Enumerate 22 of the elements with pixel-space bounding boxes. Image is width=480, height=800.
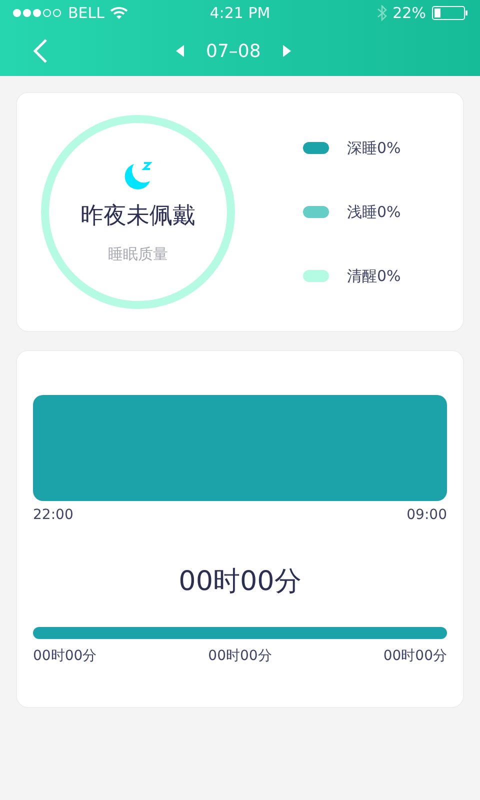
legend-label: 浅睡0% <box>347 202 401 222</box>
wifi-icon <box>110 6 128 20</box>
battery-icon <box>432 6 468 20</box>
status-time: 4:21 PM <box>210 4 270 22</box>
carrier-name: BELL <box>68 4 104 22</box>
bluetooth-icon <box>376 5 387 21</box>
sleep-status: 昨夜未佩戴 <box>80 202 196 231</box>
end-time: 09:00 <box>406 507 447 523</box>
legend-label: 深睡0% <box>347 138 401 158</box>
back-icon[interactable] <box>32 38 48 64</box>
battery-percent: 22% <box>392 4 426 22</box>
duration-label: 00时00分 <box>33 647 97 665</box>
total-duration: 00时00分 <box>178 565 302 599</box>
signal-icon <box>12 8 62 18</box>
legend-label: 清醒0% <box>347 266 401 286</box>
date-label: 07–08 <box>206 40 261 62</box>
duration-label: 00时00分 <box>383 647 447 665</box>
next-icon[interactable] <box>282 45 291 57</box>
duration-label: 00时00分 <box>208 647 272 665</box>
start-time: 22:00 <box>33 507 74 523</box>
previous-icon[interactable] <box>176 45 184 57</box>
quality-label: 睡眠质量 <box>108 245 168 264</box>
